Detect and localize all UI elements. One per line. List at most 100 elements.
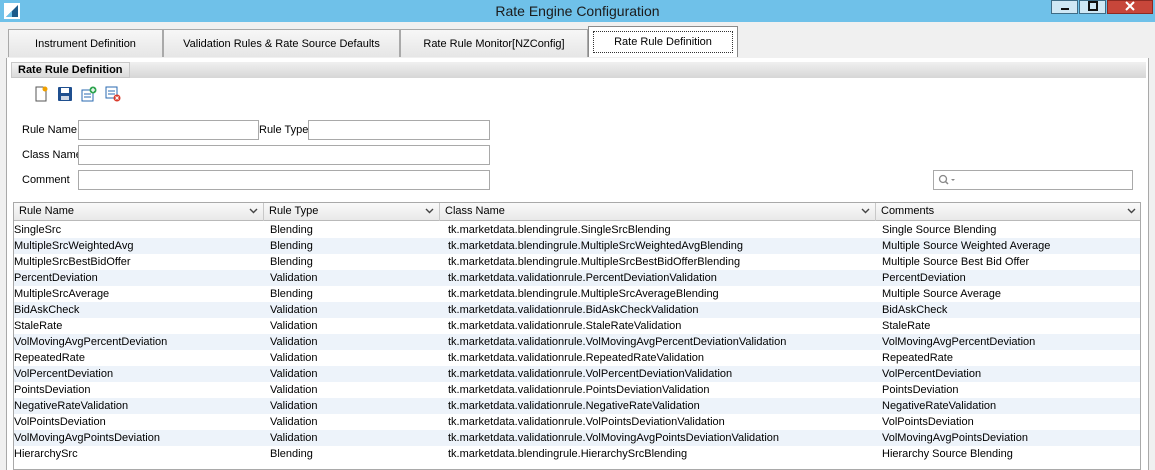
cell-comments: VolMovingAvgPointsDeviation (882, 432, 1028, 444)
table-row[interactable]: VolPercentDeviation Validation tk.marketda… (14, 366, 1140, 382)
toolbar (31, 85, 123, 105)
cell-class-name: tk.marketdata.blendingrule.MultipleSrcAv… (448, 288, 719, 300)
cell-comments: Single Source Blending (882, 224, 997, 236)
search-input[interactable] (933, 170, 1133, 190)
cell-class-name: tk.marketdata.validationrule.BidAskCheck… (448, 304, 699, 316)
cell-rule-type: Blending (270, 288, 313, 300)
title-bar: Rate Engine Configuration (0, 0, 1155, 22)
cell-rule-type: Validation (270, 416, 318, 428)
tab-label: Rate Rule Monitor[NZConfig] (423, 37, 565, 50)
add-rule-button[interactable] (79, 85, 99, 105)
cell-rule-type: Validation (270, 384, 318, 396)
tab-rate-rule-definition[interactable]: Rate Rule Definition (588, 26, 738, 57)
table-row[interactable]: VolPointsDeviation Validation tk.marketdat… (14, 414, 1140, 430)
class-name-input[interactable] (78, 145, 490, 165)
table-row[interactable]: HierarchySrc Blending tk.marketdata.blendi… (14, 446, 1140, 462)
tab-label: Rate Rule Definition (593, 31, 733, 53)
cell-class-name: tk.marketdata.validationrule.NegativeRat… (448, 400, 700, 412)
cell-rule-type: Validation (270, 304, 318, 316)
comment-input[interactable] (78, 170, 490, 190)
cell-rule-type: Validation (270, 272, 318, 284)
cell-comments: Hierarchy Source Blending (882, 448, 1013, 460)
cell-class-name: tk.marketdata.validationrule.VolPointsDe… (448, 416, 725, 428)
cell-rule-name: MultipleSrcAverage (14, 288, 110, 300)
cell-class-name: tk.marketdata.validationrule.RepeatedRat… (448, 352, 705, 364)
chevron-down-icon[interactable] (861, 206, 870, 218)
window-title: Rate Engine Configuration (495, 3, 660, 19)
cell-class-name: tk.marketdata.blendingrule.MultipleSrcWe… (448, 240, 743, 252)
minimize-button[interactable] (1051, 0, 1078, 14)
cell-rule-type: Blending (270, 240, 313, 252)
cell-rule-name: StaleRate (14, 320, 63, 332)
column-header-rule-name[interactable]: Rule Name (14, 203, 264, 221)
section-header: Rate Rule Definition (11, 62, 1146, 78)
cell-comments: VolMovingAvgPercentDeviation (882, 336, 1036, 348)
table-row[interactable]: StaleRate Validation tk.marketdata.validat… (14, 318, 1140, 334)
cell-comments: Multiple Source Weighted Average (882, 240, 1051, 252)
cell-class-name: tk.marketdata.validationrule.VolPercentD… (448, 368, 733, 380)
table-row[interactable]: VolMovingAvgPercentDeviation Validation tk… (14, 334, 1140, 350)
cell-rule-name: VolPercentDeviation (14, 368, 114, 380)
cell-comments: Multiple Source Best Bid Offer (882, 256, 1030, 268)
chevron-down-icon[interactable] (1127, 206, 1136, 218)
rule-name-label: Rule Name (22, 124, 78, 136)
cell-rule-name: PointsDeviation (14, 384, 91, 396)
new-document-icon (33, 86, 49, 105)
add-rule-icon (81, 86, 97, 105)
cell-comments: RepeatedRate (882, 352, 953, 364)
chevron-down-icon[interactable] (425, 206, 434, 218)
cell-rule-type: Blending (270, 256, 313, 268)
column-header-label: Comments (881, 205, 935, 217)
column-header-label: Rule Type (269, 205, 319, 217)
cell-class-name: tk.marketdata.validationrule.VolMovingAv… (448, 432, 780, 444)
cell-rule-name: VolMovingAvgPointsDeviation (14, 432, 160, 444)
chevron-down-icon[interactable] (249, 206, 258, 218)
table-row[interactable]: MultipleSrcBestBidOffer Blending tk.market… (14, 254, 1140, 270)
table-row[interactable]: PointsDeviation Validation tk.marketdata.v… (14, 382, 1140, 398)
table-row[interactable]: MultipleSrcWeightedAvg Blending tk.marketd… (14, 238, 1140, 254)
rule-name-input[interactable] (78, 120, 259, 140)
cell-comments: PointsDeviation (882, 384, 959, 396)
rule-type-input[interactable] (308, 120, 490, 140)
minimize-icon (1060, 1, 1070, 13)
table-row[interactable]: NegativeRateValidation Validation tk.marke… (14, 398, 1140, 414)
table-header: Rule Name Rule Type Class Name Comments (14, 203, 1140, 221)
close-button[interactable] (1107, 0, 1153, 14)
tab-validation-rules[interactable]: Validation Rules & Rate Source Defaults (163, 29, 400, 57)
close-icon (1125, 0, 1135, 14)
column-header-comments[interactable]: Comments (876, 203, 1140, 221)
cell-rule-name: MultipleSrcBestBidOffer (14, 256, 131, 268)
cell-class-name: tk.marketdata.validationrule.VolMovingAv… (448, 336, 787, 348)
save-button[interactable] (55, 85, 75, 105)
cell-class-name: tk.marketdata.validationrule.StaleRateVa… (448, 320, 682, 332)
table-row[interactable]: PercentDeviation Validation tk.marketdata.… (14, 270, 1140, 286)
rate-rule-definition-panel: Rate Rule Definition Rule Name Rule Type (6, 58, 1149, 470)
cell-comments: StaleRate (882, 320, 931, 332)
maximize-button[interactable] (1079, 0, 1106, 14)
cell-rule-name: VolPointsDeviation (14, 416, 106, 428)
save-icon (57, 86, 73, 105)
table-row[interactable]: SingleSrc Blending tk.marketdata.blendingr… (14, 222, 1140, 238)
cell-rule-type: Validation (270, 432, 318, 444)
new-rule-button[interactable] (31, 85, 51, 105)
cell-rule-name: VolMovingAvgPercentDeviation (14, 336, 168, 348)
table-row[interactable]: RepeatedRate Validation tk.marketdata.vali… (14, 350, 1140, 366)
cell-rule-type: Blending (270, 448, 313, 460)
cell-comments: NegativeRateValidation (882, 400, 997, 412)
cell-class-name: tk.marketdata.blendingrule.SingleSrcBlen… (448, 224, 671, 236)
tab-instrument-definition[interactable]: Instrument Definition (8, 29, 163, 57)
cell-rule-name: RepeatedRate (14, 352, 85, 364)
delete-rule-button[interactable] (103, 85, 123, 105)
column-header-rule-type[interactable]: Rule Type (264, 203, 440, 221)
table-row[interactable]: BidAskCheck Validation tk.marketdata.valid… (14, 302, 1140, 318)
rules-table: Rule Name Rule Type Class Name Comments … (13, 202, 1141, 470)
column-header-label: Rule Name (19, 205, 75, 217)
search-icon (938, 174, 958, 189)
rule-type-label: Rule Type (259, 124, 309, 136)
table-row[interactable]: MultipleSrcAverage Blending tk.marketdata.… (14, 286, 1140, 302)
column-header-class-name[interactable]: Class Name (440, 203, 876, 221)
tab-rate-rule-monitor[interactable]: Rate Rule Monitor[NZConfig] (400, 29, 588, 57)
tab-bar: Instrument Definition Validation Rules &… (0, 22, 1155, 58)
cell-comments: VolPercentDeviation (882, 368, 982, 380)
table-row[interactable]: VolMovingAvgPointsDeviation Validation tk.… (14, 430, 1140, 446)
